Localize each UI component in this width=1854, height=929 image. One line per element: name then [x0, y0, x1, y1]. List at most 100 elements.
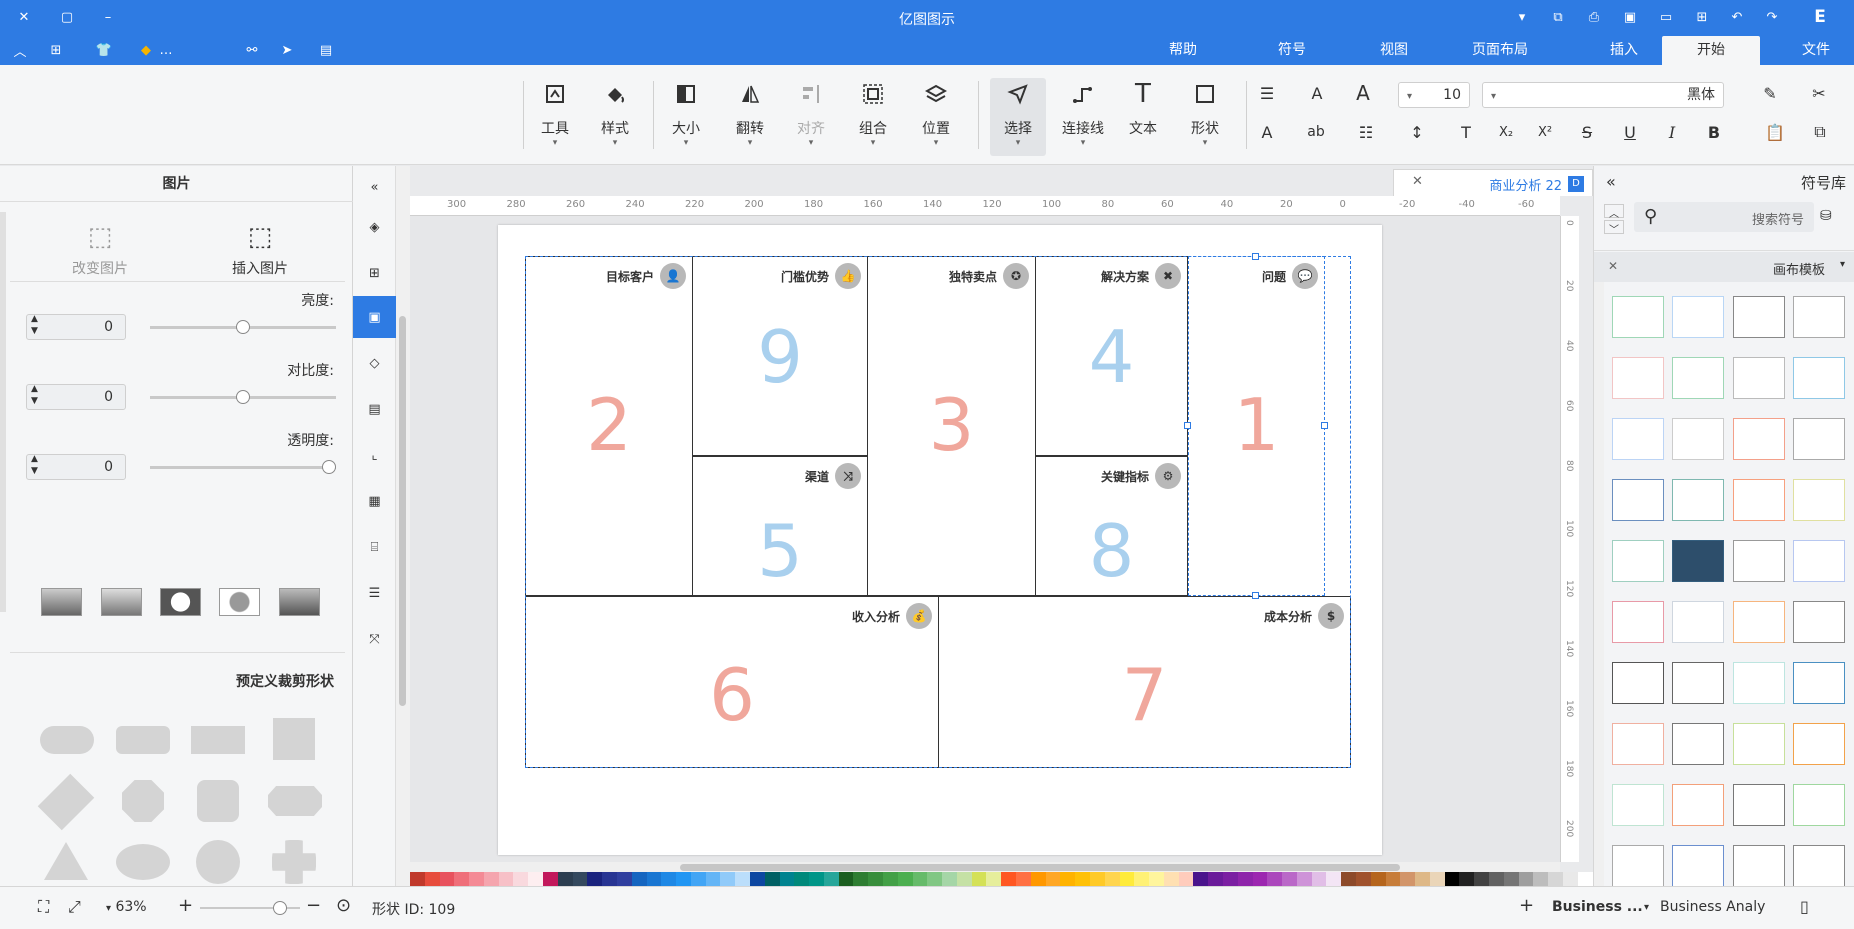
- horizontal-scrollbar[interactable]: [410, 862, 1560, 872]
- palette-swatch[interactable]: [1193, 872, 1209, 886]
- style-button[interactable]: 样式 ▾: [590, 78, 640, 156]
- align-right-icon[interactable]: ☰: [1254, 81, 1280, 105]
- palette-swatch[interactable]: [1341, 872, 1356, 886]
- font-size-select[interactable]: ▾ 10: [1398, 82, 1470, 108]
- palette-swatch[interactable]: [587, 872, 603, 886]
- palette-swatch[interactable]: [749, 872, 765, 886]
- template-thumbnail[interactable]: [1612, 540, 1664, 582]
- text-button[interactable]: T 文本: [1118, 78, 1168, 156]
- resize-handle[interactable]: [1184, 422, 1191, 429]
- template-thumbnail[interactable]: [1793, 418, 1845, 460]
- collapse-icon[interactable]: «: [353, 166, 396, 208]
- brightness-slider-knob[interactable]: [236, 320, 250, 334]
- fullscreen-icon[interactable]: ⤢: [68, 897, 81, 917]
- palette-swatch[interactable]: [1134, 872, 1150, 886]
- group-button[interactable]: 组合 ▾: [848, 78, 898, 156]
- template-thumbnail[interactable]: [1612, 296, 1664, 338]
- image-effect-thumb[interactable]: [219, 588, 260, 616]
- palette-swatch[interactable]: [897, 872, 913, 886]
- palette-swatch[interactable]: [543, 872, 558, 886]
- palette-swatch[interactable]: [483, 872, 499, 886]
- template-thumbnail[interactable]: [1733, 296, 1785, 338]
- chart-icon[interactable]: ⌞: [353, 434, 396, 476]
- close-icon[interactable]: ✕: [14, 7, 34, 27]
- palette-swatch[interactable]: [1222, 872, 1238, 886]
- palette-swatch[interactable]: [646, 872, 662, 886]
- palette-swatch[interactable]: [1444, 872, 1460, 886]
- palette-swatch[interactable]: [764, 872, 780, 886]
- bold-icon[interactable]: B: [1701, 120, 1727, 144]
- panel-scrollbar[interactable]: [0, 212, 6, 612]
- palette-swatch[interactable]: [942, 872, 957, 886]
- palette-swatch[interactable]: [1267, 872, 1283, 886]
- template-thumbnail[interactable]: [1733, 601, 1785, 643]
- minimize-icon[interactable]: –: [98, 7, 118, 27]
- play-icon[interactable]: ⊙: [336, 895, 351, 916]
- crop-shape-octagon[interactable]: [122, 780, 164, 822]
- copy-icon[interactable]: ⧉: [1807, 120, 1833, 144]
- palette-swatch[interactable]: [927, 872, 943, 886]
- resize-handle[interactable]: [1252, 253, 1259, 260]
- palette-swatch[interactable]: [1385, 872, 1401, 886]
- contrast-slider-knob[interactable]: [236, 390, 250, 404]
- scrollbar-thumb[interactable]: [399, 316, 406, 706]
- palette-swatch[interactable]: [1016, 872, 1031, 886]
- palette-swatch[interactable]: [1503, 872, 1519, 886]
- template-thumbnail[interactable]: [1612, 662, 1664, 704]
- palette-swatch[interactable]: [410, 872, 425, 886]
- palette-swatch[interactable]: [1252, 872, 1268, 886]
- size-button[interactable]: 大小 ▾: [661, 78, 711, 156]
- template-thumbnail[interactable]: [1733, 723, 1785, 765]
- canvas-cell-revenue-analysis[interactable]: 收入分析 💰 6: [525, 596, 939, 768]
- template-thumbnail[interactable]: [1672, 784, 1724, 826]
- palette-swatch[interactable]: [1311, 872, 1327, 886]
- close-icon[interactable]: ✕: [1412, 174, 1423, 189]
- palette-swatch[interactable]: [1326, 872, 1342, 886]
- template-thumbnail[interactable]: [1793, 357, 1845, 399]
- crop-shape-rounded-square[interactable]: [197, 780, 239, 822]
- tools-button[interactable]: 工具 ▾: [530, 78, 580, 156]
- open-folder-icon[interactable]: ▭: [1656, 7, 1676, 27]
- rotate-button[interactable]: 翻转 ▾: [725, 78, 775, 156]
- palette-swatch[interactable]: [971, 872, 987, 886]
- crop-shape-diamond[interactable]: [37, 773, 95, 831]
- palette-swatch[interactable]: [1548, 872, 1563, 886]
- library-search-input[interactable]: ⚲ 搜索符号: [1634, 202, 1814, 232]
- layers-icon[interactable]: ◇: [353, 342, 396, 384]
- palette-swatch[interactable]: [1178, 872, 1194, 886]
- crop-shape-cross[interactable]: [272, 840, 316, 884]
- template-thumbnail[interactable]: [1793, 540, 1845, 582]
- page-tab-active[interactable]: Business ...: [1552, 899, 1643, 915]
- palette-swatch[interactable]: [1237, 872, 1253, 886]
- theme-icon[interactable]: 👕: [94, 40, 114, 60]
- new-icon[interactable]: ⊞: [1692, 7, 1712, 27]
- palette-swatch[interactable]: [1282, 872, 1297, 886]
- palette-swatch[interactable]: [868, 872, 883, 886]
- palette-swatch[interactable]: [616, 872, 632, 886]
- zoom-slider-knob[interactable]: [273, 901, 287, 915]
- transparency-input[interactable]: ▲ ▼ 0: [26, 454, 126, 480]
- template-thumbnail[interactable]: [1793, 662, 1845, 704]
- palette-swatch[interactable]: [1208, 872, 1223, 886]
- save-icon[interactable]: ▣: [1620, 7, 1640, 27]
- palette-swatch[interactable]: [1356, 872, 1371, 886]
- increase-font-icon[interactable]: A: [1350, 81, 1376, 105]
- share-icon[interactable]: ⚯: [242, 40, 262, 60]
- menu-insert[interactable]: 插入: [1594, 36, 1654, 65]
- zoom-select[interactable]: ▾ 63%: [106, 899, 147, 915]
- page-icon[interactable]: ▤: [353, 388, 396, 430]
- palette-swatch[interactable]: [469, 872, 484, 886]
- palette-swatch[interactable]: [1400, 872, 1416, 886]
- palette-swatch[interactable]: [690, 872, 706, 886]
- palette-swatch[interactable]: [883, 872, 898, 886]
- template-thumbnail[interactable]: [1793, 784, 1845, 826]
- underline-icon[interactable]: U: [1617, 120, 1643, 144]
- resize-handle[interactable]: [1321, 422, 1328, 429]
- decrease-font-icon[interactable]: A: [1304, 81, 1330, 105]
- menu-file[interactable]: 文件: [1786, 36, 1846, 65]
- crop-shape-triangle[interactable]: [44, 842, 88, 880]
- text-direction-icon[interactable]: T: [1453, 120, 1479, 144]
- palette-swatch[interactable]: [1489, 872, 1504, 886]
- change-image-button[interactable]: ⬚ 改变图片: [60, 222, 140, 278]
- zoom-in-icon[interactable]: +: [178, 895, 193, 916]
